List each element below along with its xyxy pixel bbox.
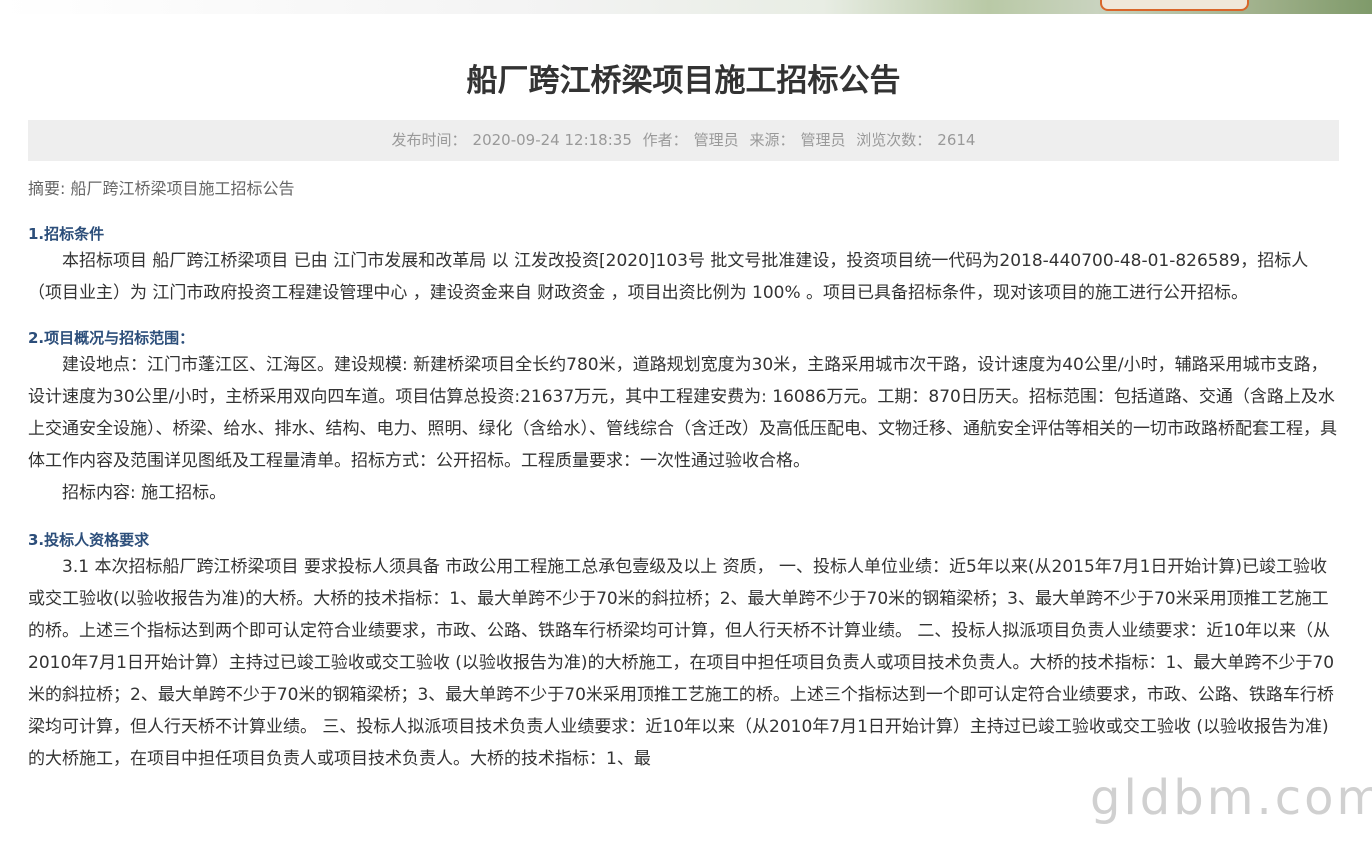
section-title: 1.招标条件 bbox=[28, 225, 105, 243]
source: 管理员 bbox=[800, 131, 846, 149]
author-label: 作者： bbox=[642, 131, 688, 149]
views-label: 浏览次数： bbox=[856, 131, 932, 149]
publish-time: 2020-09-24 12:18:35 bbox=[472, 131, 632, 149]
article-meta-bar: 发布时间： 2020-09-24 12:18:35 作者： 管理员 来源： 管理员 浏… bbox=[28, 120, 1339, 161]
section-paragraph: 建设地点：江门市蓬江区、江海区。建设规模: 新建桥梁项目全长约780米，道路规划… bbox=[28, 355, 1337, 471]
section-paragraph: 本招标项目 船厂跨江桥梁项目 已由 江门市发展和改革局 以 江发改投资[2020… bbox=[28, 251, 1309, 303]
view-count: 2614 bbox=[937, 131, 976, 149]
article-summary: 摘要: 船厂跨江桥梁项目施工招标公告 bbox=[28, 179, 295, 198]
section-paragraph: 3.1 本次招标船厂跨江桥梁项目 要求投标人须具备 市政公用工程施工总承包壹级及… bbox=[28, 557, 1335, 769]
site-watermark: gldbm.com bbox=[1090, 770, 1372, 826]
publish-time-label: 发布时间： bbox=[391, 131, 467, 149]
banner-tag bbox=[1100, 0, 1249, 11]
article: 船厂跨江桥梁项目施工招标公告 发布时间： 2020-09-24 12:18:35 … bbox=[28, 14, 1339, 775]
author: 管理员 bbox=[693, 131, 739, 149]
section-title: 3.投标人资格要求 bbox=[28, 531, 150, 549]
source-label: 来源： bbox=[749, 131, 795, 149]
section-paragraph: 招标内容: 施工招标。 bbox=[62, 483, 227, 503]
section-title: 2.项目概况与招标范围： bbox=[28, 329, 195, 347]
top-banner-image bbox=[0, 0, 1372, 14]
page-title: 船厂跨江桥梁项目施工招标公告 bbox=[466, 63, 901, 99]
